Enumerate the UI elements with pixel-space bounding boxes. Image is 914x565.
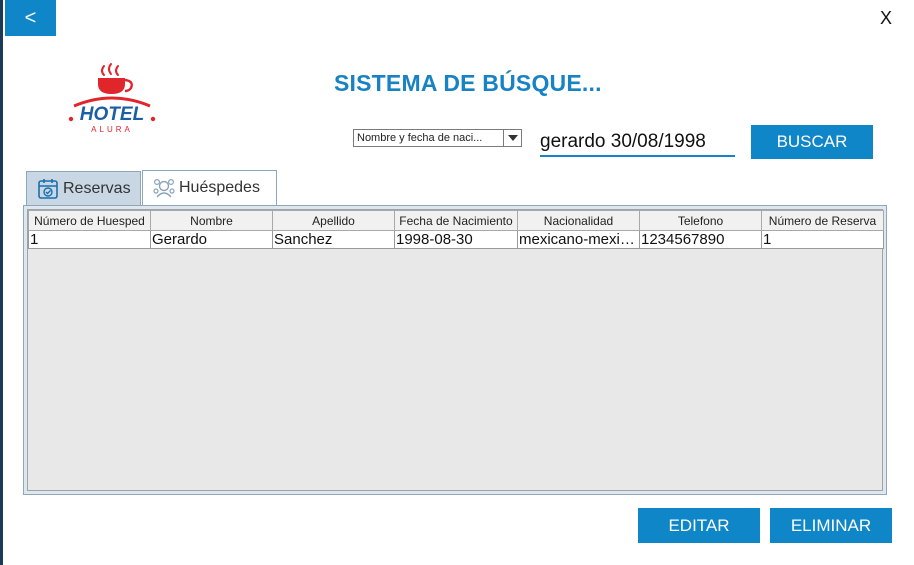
table-cell[interactable]: Sanchez [272,230,395,249]
column-header[interactable]: Nombre [150,210,273,231]
search-criteria-select[interactable]: Nombre y fecha de naci... [353,129,522,147]
search-button[interactable]: BUSCAR [751,125,873,159]
search-input[interactable] [540,130,735,157]
table-cell[interactable]: mexicano-mexicana [517,230,640,249]
tab-reservas[interactable]: Reservas [26,171,141,205]
column-header[interactable]: Número de Huesped [28,210,151,231]
close-button[interactable]: X [874,6,898,30]
tab-content-panel: Número de Huesped Nombre Apellido Fecha … [23,205,887,495]
table-cell[interactable]: 1998-08-30 [394,230,518,249]
guests-table-container[interactable]: Número de Huesped Nombre Apellido Fecha … [27,209,884,491]
search-criteria-value: Nombre y fecha de naci... [357,132,483,144]
chevron-down-icon[interactable] [503,130,521,146]
delete-button[interactable]: ELIMINAR [770,508,892,543]
edit-button[interactable]: EDITAR [638,508,760,543]
window-left-edge [0,0,3,565]
table-cell[interactable]: Gerardo [150,230,273,249]
calendar-check-icon [38,178,58,199]
column-header[interactable]: Nacionalidad [517,210,640,231]
back-button[interactable]: < [5,0,56,36]
guests-icon [153,178,175,198]
tab-huespedes-label: Huéspedes [179,179,260,196]
column-header[interactable]: Fecha de Nacimiento [394,210,518,231]
logo-text: HOTEL [80,104,144,125]
tab-reservas-label: Reservas [63,179,131,197]
column-header[interactable]: Número de Reserva [761,210,884,231]
table-cell[interactable]: 1234567890 [639,230,762,249]
guests-table: Número de Huesped Nombre Apellido Fecha … [28,210,884,249]
table-cell[interactable]: 1 [28,230,151,249]
logo-subtext: ALURA [91,125,133,134]
column-header[interactable]: Telefono [639,210,762,231]
hotel-alura-logo: HOTEL ALURA [68,63,156,134]
column-header[interactable]: Apellido [272,210,395,231]
table-cell[interactable]: 1 [761,230,884,249]
table-row[interactable]: 1 Gerardo Sanchez 1998-08-30 mexicano-me… [28,230,884,249]
table-header-row: Número de Huesped Nombre Apellido Fecha … [28,210,884,231]
tab-huespedes[interactable]: Huéspedes [142,170,277,205]
page-title: SISTEMA DE BÚSQUE... [334,70,602,96]
